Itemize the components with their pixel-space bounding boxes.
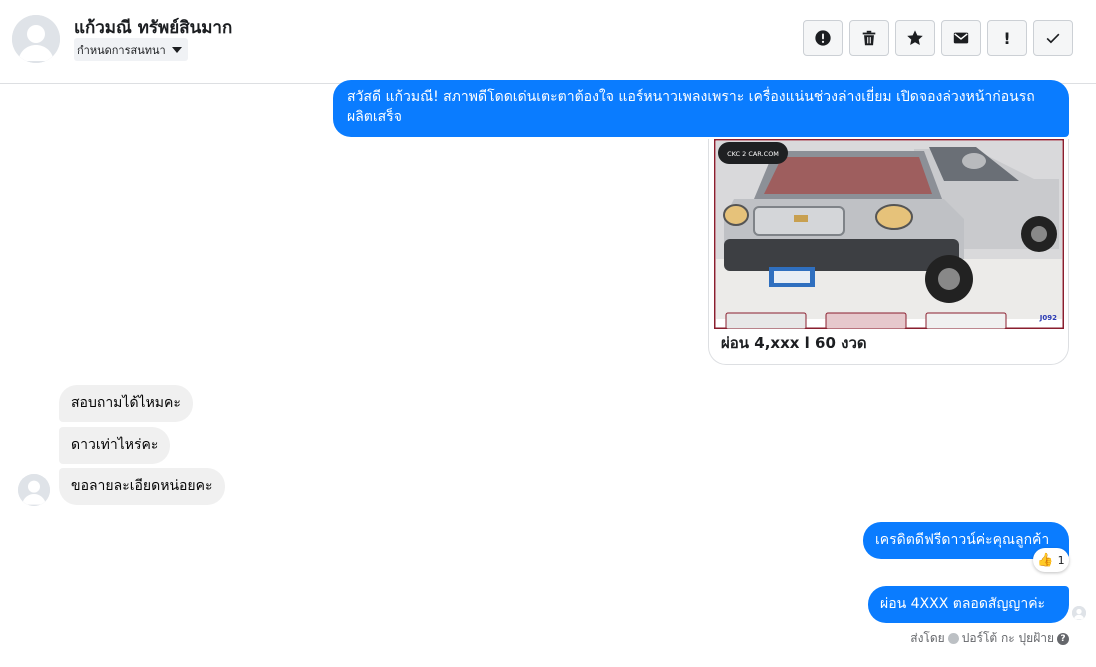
sender-name[interactable]: ปอร์โต้ กะ ปุยฝ้าย (962, 629, 1054, 648)
help-icon[interactable]: ? (1057, 632, 1069, 645)
message-text: สวัสดี แก้วมณี! สภาพดีโดดเด่นเตะตาต้องใจ… (347, 89, 1035, 125)
header-toolbar: ! (803, 20, 1073, 56)
envelope-icon (953, 32, 969, 44)
message-text: เครดิตดีฟรีดาวน์ค่ะคุณลูกค้า (875, 532, 1050, 548)
contact-avatar[interactable] (12, 15, 60, 63)
message-text: ขอลายละเอียดหน่อยคะ (71, 478, 213, 494)
listing-attachment-card[interactable]: CKC 2 CAR.COM J092 ผ่อน 4,xxx l 60 งวด (708, 139, 1069, 365)
listing-code: J092 (1039, 314, 1057, 322)
delete-button[interactable] (849, 20, 889, 56)
star-button[interactable] (895, 20, 935, 56)
caret-down-icon (171, 46, 182, 53)
conversation-header: แก้วมณี ทรัพย์สินมาก กำหนดการสนทนา ! (0, 0, 1096, 84)
default-person-icon (18, 474, 50, 506)
incoming-message-1[interactable]: สอบถามได้ไหมคะ (59, 385, 193, 422)
reaction-count: 1 (1057, 553, 1065, 567)
sent-by-footer: ส่งโดย ปอร์โต้ กะ ปุยฝ้าย ? (910, 629, 1069, 648)
thumbs-up-icon: 👍 (1037, 552, 1054, 568)
message-text: ผ่อน 4XXX ตลอดสัญญาค่ะ (880, 596, 1046, 612)
star-icon (907, 30, 923, 46)
message-text: ดาวเท่าไหร่คะ (71, 437, 159, 453)
sent-by-label: ส่งโดย (910, 631, 945, 645)
trash-icon (862, 30, 876, 46)
outgoing-message-greeting[interactable]: สวัสดี แก้วมณี! สภาพดีโดดเด่นเตะตาต้องใจ… (333, 80, 1069, 137)
exclamation-icon: ! (1003, 28, 1011, 48)
follow-up-button[interactable]: ! (987, 20, 1027, 56)
contact-avatar-small[interactable] (18, 474, 50, 506)
mark-spam-button[interactable] (803, 20, 843, 56)
incoming-message-3[interactable]: ขอลายละเอียดหน่อยคะ (59, 468, 225, 505)
car-photo: CKC 2 CAR.COM J092 (714, 139, 1064, 329)
mark-done-button[interactable] (1033, 20, 1073, 56)
default-person-icon (12, 15, 60, 63)
contact-name[interactable]: แก้วมณี ทรัพย์สินมาก (74, 14, 232, 41)
stage-label: กำหนดการสนทนา (77, 43, 166, 57)
card-caption: ผ่อน 4,xxx l 60 งวด (721, 334, 867, 352)
incoming-message-2[interactable]: ดาวเท่าไหร่คะ (59, 427, 171, 464)
watermark-text: CKC 2 CAR.COM (727, 150, 779, 158)
car-listing-image[interactable]: CKC 2 CAR.COM J092 (714, 139, 1064, 329)
message-reaction[interactable]: 👍 1 (1033, 548, 1069, 572)
default-person-icon (1072, 606, 1086, 620)
checkmark-icon (1046, 33, 1060, 44)
conversation-stage-dropdown[interactable]: กำหนดการสนทนา (74, 38, 188, 61)
mark-unread-button[interactable] (941, 20, 981, 56)
alert-circle-icon (815, 30, 831, 46)
seen-avatar (1072, 606, 1086, 620)
verified-dot-icon (947, 633, 959, 644)
outgoing-message-reply-2[interactable]: ผ่อน 4XXX ตลอดสัญญาค่ะ (868, 586, 1069, 623)
message-text: สอบถามได้ไหมคะ (71, 395, 181, 411)
